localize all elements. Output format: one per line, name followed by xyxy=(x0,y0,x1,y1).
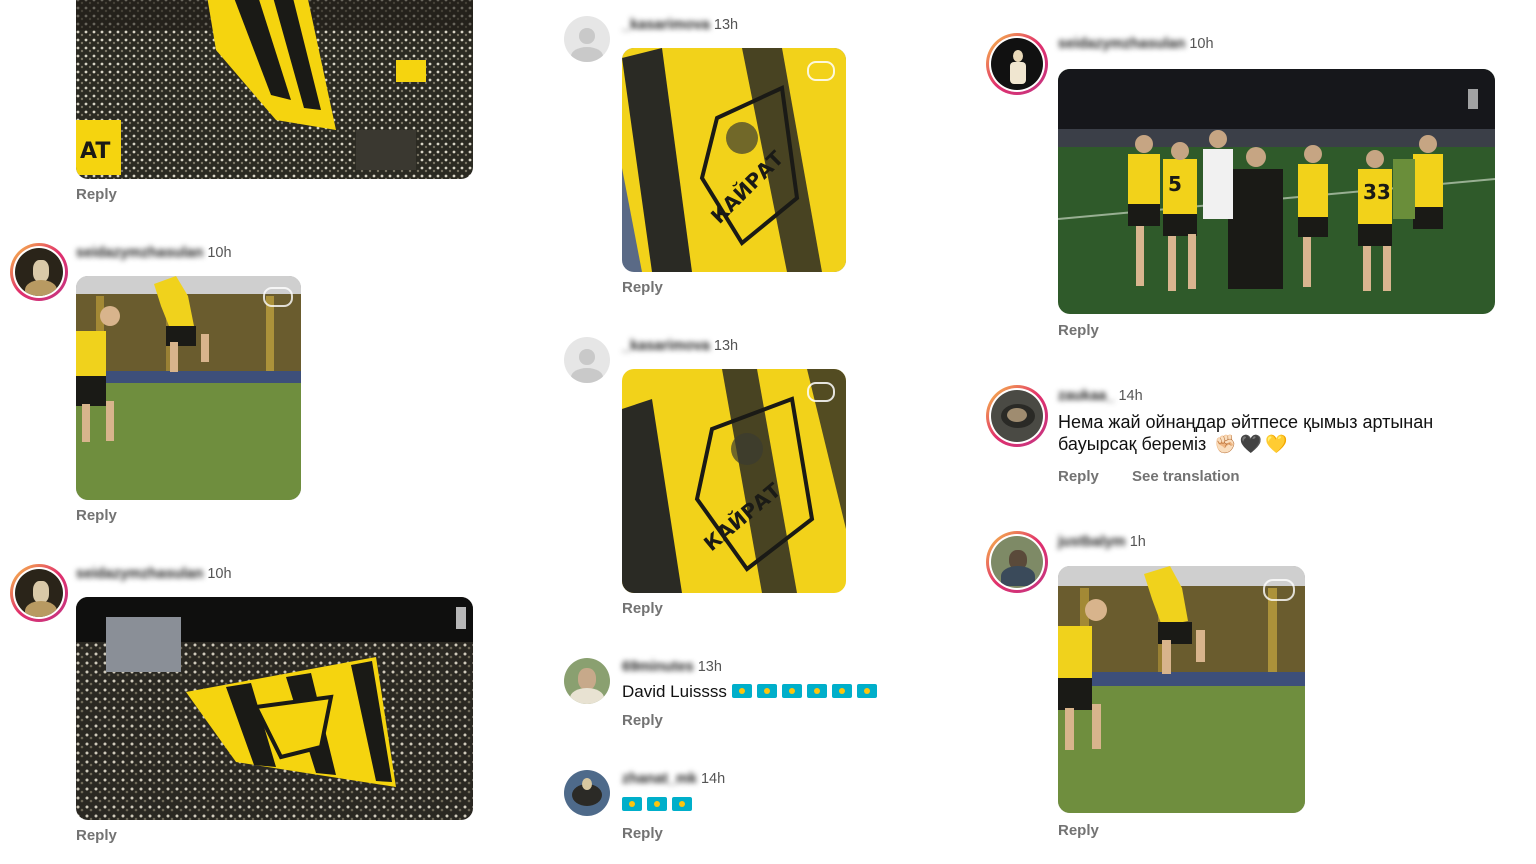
yellow-heart-emoji-icon: 💛 xyxy=(1265,434,1288,454)
reply-button[interactable]: Reply xyxy=(76,186,117,203)
timestamp: 14h xyxy=(700,771,726,787)
username[interactable]: seidazymzhasulan xyxy=(76,566,203,582)
kazakhstan-flag-icon xyxy=(647,797,667,811)
svg-text:5: 5 xyxy=(1168,172,1182,196)
comment-text: Нема жай ойнаңдар әйтпесе қымыз артынан … xyxy=(1058,411,1433,455)
fan-flag-image xyxy=(76,597,473,820)
comment-meta: zhanat_mk 14h xyxy=(622,771,725,787)
kazakhstan-flag-icon xyxy=(856,684,877,698)
avatar[interactable] xyxy=(564,337,610,383)
svg-text:AT: AT xyxy=(80,139,110,164)
reply-button[interactable]: Reply xyxy=(622,600,663,617)
avatar[interactable] xyxy=(564,770,610,816)
reply-button[interactable]: Reply xyxy=(1058,822,1099,839)
username[interactable]: 69minutes xyxy=(622,659,694,675)
comment-media-player-jump[interactable] xyxy=(1058,566,1305,813)
kairat-flag-image: КАЙРАТ xyxy=(622,369,846,593)
comment-meta: _kasarimova 13h xyxy=(622,17,738,33)
timestamp: 10h xyxy=(207,245,232,261)
svg-text:33: 33 xyxy=(1363,180,1391,204)
avatar[interactable] xyxy=(10,243,68,301)
kairat-flag-image: КАЙРАТ xyxy=(622,48,846,272)
reply-button[interactable]: Reply xyxy=(1058,322,1099,339)
kazakhstan-flag-icon xyxy=(731,684,752,698)
comment-meta: seidazymzhasulan 10h xyxy=(1058,36,1214,52)
kazakhstan-flag-icon xyxy=(831,684,852,698)
timestamp: 13h xyxy=(697,659,722,675)
timestamp: 10h xyxy=(1189,36,1214,52)
avatar[interactable] xyxy=(564,16,610,62)
username[interactable]: seidazymzhasulan xyxy=(1058,36,1185,52)
reply-button[interactable]: Reply xyxy=(1058,468,1099,485)
comment-media-team-celebration[interactable]: 5 33 xyxy=(1058,69,1495,314)
avatar[interactable] xyxy=(10,564,68,622)
stadium-flag-image: AT xyxy=(76,0,473,179)
comment-media-stadium-flag[interactable]: AT xyxy=(76,0,473,179)
reply-button[interactable]: Reply xyxy=(76,507,117,524)
reply-button[interactable]: Reply xyxy=(622,279,663,296)
username[interactable]: zhanat_mk xyxy=(622,771,697,787)
comment-media-player-jump[interactable] xyxy=(76,276,301,500)
black-heart-emoji-icon: 🖤 xyxy=(1239,434,1263,454)
comment-meta: seidazymzhasulan 10h xyxy=(76,566,232,582)
username[interactable]: _kasarimova xyxy=(622,338,710,354)
comment-media-kairat-flag[interactable]: КАЙРАТ xyxy=(622,48,846,272)
kazakhstan-flag-icon xyxy=(672,797,692,811)
team-celebration-image: 5 33 xyxy=(1058,69,1495,314)
kazakhstan-flag-icon xyxy=(781,684,802,698)
comment-text-line: бауырсақ береміз xyxy=(1058,434,1207,454)
comment-meta: zaukaa_ 14h xyxy=(1058,388,1143,404)
kazakhstan-flag-icon xyxy=(806,684,827,698)
raised-fist-emoji-icon: ✊🏻 xyxy=(1214,434,1237,454)
comment-text: David Luissss xyxy=(622,681,877,703)
comment-text-line-with-emoji: бауырсақ береміз ✊🏻 🖤 💛 xyxy=(1058,433,1433,455)
avatar[interactable] xyxy=(986,531,1048,593)
see-translation-button[interactable]: See translation xyxy=(1132,468,1240,485)
kazakhstan-flag-icon xyxy=(756,684,777,698)
timestamp: 13h xyxy=(713,338,739,354)
username[interactable]: _kasarimova xyxy=(622,17,710,33)
comment-text-line: Нема жай ойнаңдар әйтпесе қымыз артынан xyxy=(1058,412,1434,432)
timestamp: 13h xyxy=(713,17,739,33)
comment-text xyxy=(617,794,692,816)
comment-meta: _kasarimova 13h xyxy=(622,338,738,354)
reply-button[interactable]: Reply xyxy=(622,825,663,842)
comment-media-fan-flag[interactable] xyxy=(76,597,473,820)
username[interactable]: zaukaa_ xyxy=(1058,388,1114,404)
avatar[interactable] xyxy=(986,385,1048,447)
username[interactable]: justbalym xyxy=(1058,534,1126,550)
reply-button[interactable]: Reply xyxy=(76,827,117,844)
comment-meta: 69minutes 13h xyxy=(622,659,722,675)
comments-column-middle: _kasarimova 13h КАЙРАТ Reply _kasarimova 1… xyxy=(548,0,968,864)
comments-column-right: seidazymzhasulan 10h 5 33 Reply zaukaa_ … xyxy=(975,0,1536,864)
username[interactable]: seidazymzhasulan xyxy=(76,245,203,261)
kazakhstan-flag-icon xyxy=(622,797,642,811)
player-jump-image xyxy=(1058,566,1305,813)
player-jump-image xyxy=(76,276,301,500)
avatar[interactable] xyxy=(564,658,610,704)
reply-button[interactable]: Reply xyxy=(622,712,663,729)
timestamp: 10h xyxy=(207,566,232,582)
comments-column-left: AT Reply seidazymzhasulan 10h Reply seid… xyxy=(0,0,490,864)
timestamp: 14h xyxy=(1118,388,1143,404)
comment-text-body: David Luissss xyxy=(622,682,727,701)
comment-meta: seidazymzhasulan 10h xyxy=(76,245,232,261)
timestamp: 1h xyxy=(1129,534,1146,550)
comment-meta: justbalym 1h xyxy=(1058,534,1146,550)
comment-media-kairat-flag[interactable]: КАЙРАТ xyxy=(622,369,846,593)
avatar[interactable] xyxy=(986,33,1048,95)
